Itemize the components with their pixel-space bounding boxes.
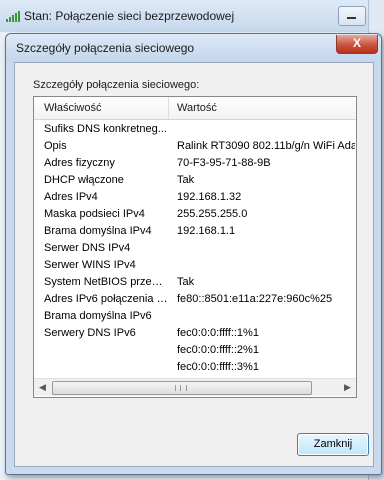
value-cell: Ralink RT3090 802.11b/g/n WiFi Adapte	[177, 140, 355, 152]
close-button[interactable]: Zamknij	[297, 433, 369, 456]
column-divider[interactable]	[168, 97, 169, 119]
property-cell: Adres IPv4	[44, 191, 98, 203]
value-cell: Tak	[177, 276, 195, 288]
list-row[interactable]: Adres fizyczny 70-F3-95-71-88-9B	[34, 155, 356, 172]
property-cell: Serwery DNS IPv6	[44, 327, 136, 339]
scrollbar-grip-icon	[175, 385, 187, 391]
minimize-icon	[347, 17, 356, 19]
property-cell: Sufiks DNS konkretneg...	[44, 123, 167, 135]
value-cell: 192.168.1.1	[177, 225, 236, 237]
scrollbar-thumb[interactable]	[52, 381, 312, 395]
scroll-right-arrow-icon[interactable]: ▶	[339, 379, 356, 396]
property-cell: Adres IPv6 połączenia l...	[44, 293, 168, 305]
list-row[interactable]: DHCP włączone Tak	[34, 172, 356, 189]
parent-titlebar: Stan: Połączenie sieci bezprzewodowej	[0, 0, 384, 32]
dialog-client-area: Szczegóły połączenia sieciowego: Właściw…	[14, 62, 374, 467]
value-cell: 70-F3-95-71-88-9B	[177, 157, 271, 169]
value-cell: fec0:0:0:ffff::1%1	[177, 327, 259, 339]
details-group-label: Szczegóły połączenia sieciowego:	[33, 79, 200, 91]
property-cell: Serwer WINS IPv4	[44, 259, 136, 271]
list-row[interactable]: Brama domyślna IPv6	[34, 308, 356, 325]
details-dialog: Szczegóły połączenia sieciowego X Szczeg…	[5, 33, 382, 475]
parent-window-title: Stan: Połączenie sieci bezprzewodowej	[24, 9, 235, 23]
close-window-button[interactable]: X	[336, 35, 378, 54]
dialog-title: Szczegóły połączenia sieciowego	[16, 41, 195, 55]
wifi-signal-icon	[6, 11, 20, 22]
list-header: Właściwość Wartość	[34, 97, 356, 120]
value-cell: fec0:0:0:ffff::2%1	[177, 344, 259, 356]
value-cell: fe80::8501:e11a:227e:960c%25	[177, 293, 333, 305]
property-cell: Serwer DNS IPv4	[44, 242, 131, 254]
value-cell: Tak	[177, 174, 195, 186]
list-row[interactable]: Brama domyślna IPv4 192.168.1.1	[34, 223, 356, 240]
list-row[interactable]: Adres IPv6 połączenia l... fe80::8501:e11…	[34, 291, 356, 308]
list-row[interactable]: Serwery DNS IPv6 fec0:0:0:ffff::1%1	[34, 325, 356, 342]
list-row[interactable]: Maska podsieci IPv4 255.255.255.0	[34, 206, 356, 223]
property-cell: Opis	[44, 140, 67, 152]
column-header-value[interactable]: Wartość	[177, 102, 217, 114]
property-cell: Maska podsieci IPv4	[44, 208, 145, 220]
list-row[interactable]: Serwer WINS IPv4	[34, 257, 356, 274]
list-row[interactable]: Adres IPv4 192.168.1.32	[34, 189, 356, 206]
list-rows: Sufiks DNS konkretneg... Opis Ralink RT30…	[34, 121, 356, 376]
property-cell: DHCP włączone	[44, 174, 124, 186]
list-row[interactable]: Sufiks DNS konkretneg...	[34, 121, 356, 138]
list-row[interactable]: System NetBIOS przez T... Tak	[34, 274, 356, 291]
list-row[interactable]: fec0:0:0:ffff::3%1	[34, 359, 356, 376]
details-list[interactable]: Właściwość Wartość Sufiks DNS konkretneg…	[33, 96, 357, 398]
property-cell: Brama domyślna IPv4	[44, 225, 152, 237]
column-header-property[interactable]: Właściwość	[44, 102, 101, 114]
property-cell: Adres fizyczny	[44, 157, 115, 169]
property-cell: Brama domyślna IPv6	[44, 310, 152, 322]
close-icon: X	[352, 36, 361, 50]
list-row[interactable]: Opis Ralink RT3090 802.11b/g/n WiFi Adapt…	[34, 138, 356, 155]
horizontal-scrollbar[interactable]: ◀ ▶	[34, 378, 356, 396]
property-cell: System NetBIOS przez T...	[44, 276, 168, 288]
value-cell: 192.168.1.32	[177, 191, 242, 203]
minimize-button[interactable]	[338, 6, 366, 26]
value-cell: 255.255.255.0	[177, 208, 248, 220]
dialog-titlebar[interactable]: Szczegóły połączenia sieciowego X	[6, 34, 381, 62]
list-row[interactable]: fec0:0:0:ffff::2%1	[34, 342, 356, 359]
value-cell: fec0:0:0:ffff::3%1	[177, 361, 259, 373]
scroll-left-arrow-icon[interactable]: ◀	[34, 379, 51, 396]
list-row[interactable]: Serwer DNS IPv4	[34, 240, 356, 257]
